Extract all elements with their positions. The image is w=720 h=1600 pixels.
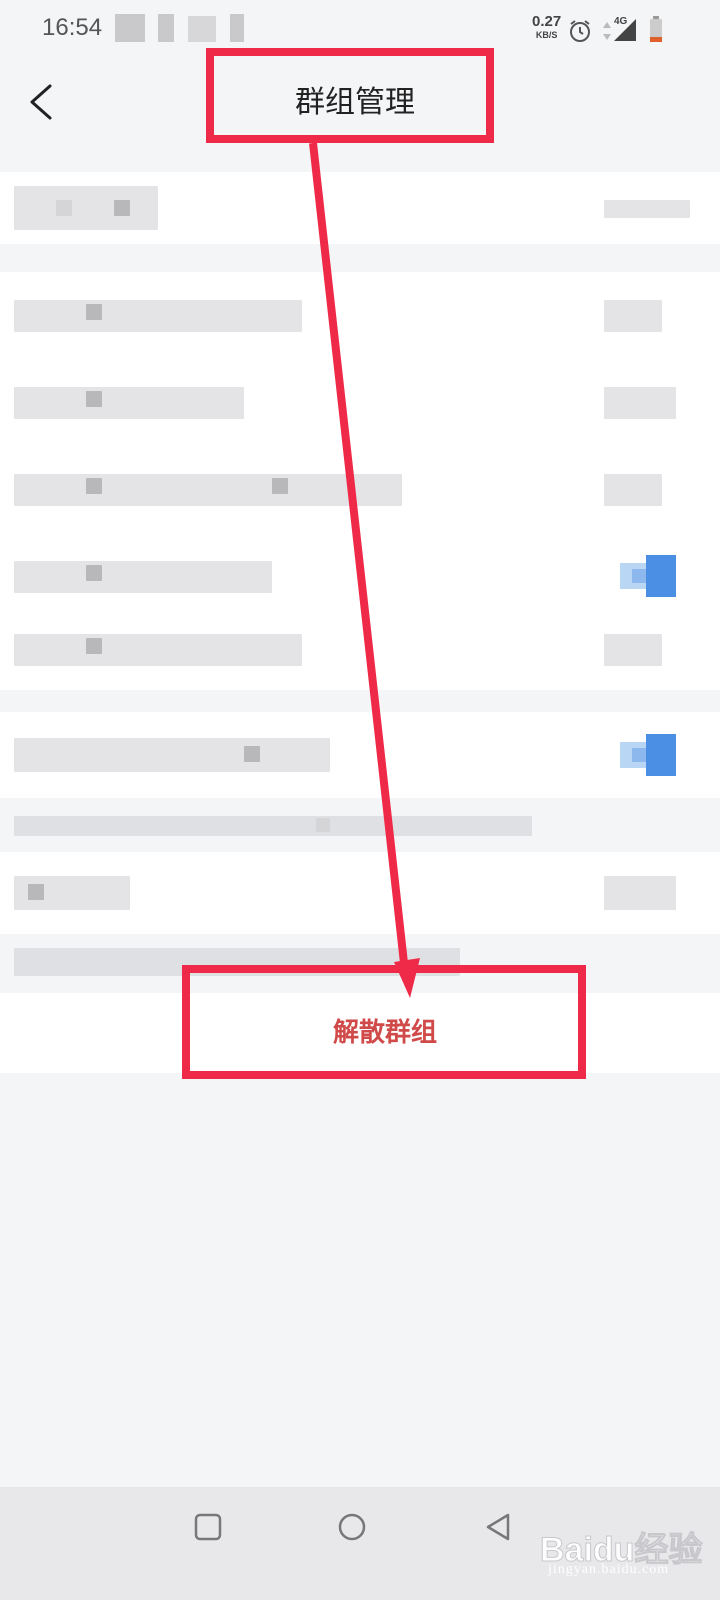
alarm-icon [570,20,590,42]
settings-section-toggle [0,712,720,798]
blurred-hint-detail [316,818,330,832]
blurred-label-detail [56,200,72,216]
toggle-switch[interactable] [620,555,676,597]
annotation-box-title [206,48,494,143]
toggle-switch[interactable] [620,734,676,776]
blurred-label-detail [86,391,102,407]
blurred-label [14,387,244,419]
settings-section-permissions [0,272,720,690]
network-speed-unit: KB/S [535,30,558,40]
notification-icon-blurred [158,14,174,42]
circle-icon[interactable] [337,1512,367,1542]
data-arrows-icon [603,22,611,40]
settings-section-group-info [0,172,720,244]
toggle-knob [646,555,676,597]
signal-icon [614,19,636,41]
notification-icon-blurred [115,14,145,42]
blurred-label-detail [86,304,102,320]
blurred-value [604,200,690,218]
chevron-left-icon[interactable] [22,80,62,124]
blurred-label-detail [28,884,44,900]
blurred-value [604,634,662,666]
notification-icon-blurred [230,14,244,42]
watermark-url: jingyan.baidu.com [548,1562,670,1577]
list-item[interactable] [0,172,720,244]
blurred-label [14,474,402,506]
list-item[interactable] [0,272,720,359]
blurred-label-detail [272,478,288,494]
blurred-label [14,634,302,666]
list-item[interactable] [0,446,720,533]
settings-section-transfer [0,852,720,934]
section-hint [0,800,720,850]
blurred-label-detail [86,638,102,654]
status-time: 16:54 [42,14,103,41]
blurred-value [604,876,676,910]
blurred-label [14,738,330,772]
blurred-value [604,387,676,419]
square-icon[interactable] [193,1512,223,1542]
blurred-label [14,186,158,230]
network-speed-value: 0.27 [532,13,562,30]
list-item[interactable] [0,620,720,690]
blurred-label-detail [86,478,102,494]
list-item[interactable] [0,533,720,620]
toggle-knob [646,734,676,776]
notification-icon-blurred [188,16,216,42]
blurred-value [604,300,662,332]
list-item[interactable] [0,359,720,446]
blurred-label-detail [86,565,102,581]
annotation-box-button [182,965,586,1079]
triangle-left-icon[interactable] [483,1512,513,1542]
list-item[interactable] [0,852,720,934]
battery-icon [650,16,662,42]
blurred-hint-text [14,816,532,836]
network-speed: 0.27 KB/S [532,13,562,41]
blurred-value [604,474,662,506]
blurred-label-detail [114,200,130,216]
baidu-watermark: Baidu经验 jingyan.baidu.com [539,1500,710,1590]
blurred-label [14,300,302,332]
blurred-label-detail [244,746,260,762]
blurred-label [14,561,272,593]
list-item[interactable] [0,712,720,798]
